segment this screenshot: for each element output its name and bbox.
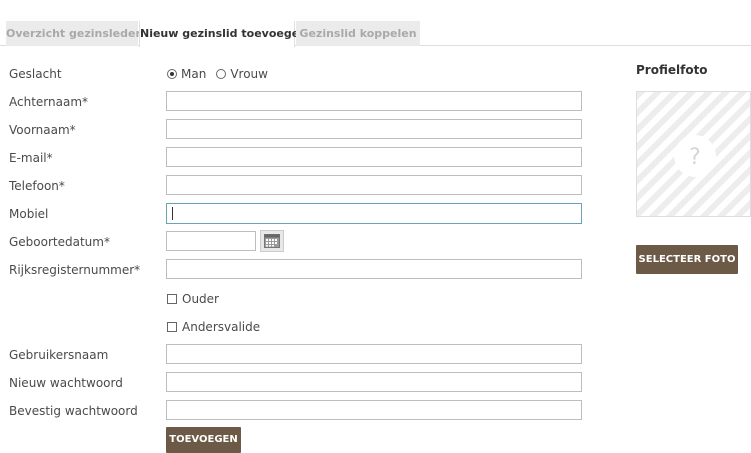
disabled-checkbox[interactable] <box>167 322 177 332</box>
username-input[interactable] <box>166 344 582 364</box>
profile-photo-title: Profielfoto <box>636 63 708 77</box>
gender-option-man-label[interactable]: Man <box>181 67 206 81</box>
email-label: E-mail* <box>9 151 53 165</box>
new-password-label: Nieuw wachtwoord <box>9 376 123 390</box>
tab-bar: Overzicht gezinsleden Nieuw gezinslid to… <box>0 0 751 47</box>
disabled-checkbox-row[interactable]: Andersvalide <box>167 320 260 334</box>
tab-gezinslid-koppelen[interactable]: Gezinslid koppelen <box>296 21 420 46</box>
username-label: Gebruikersnaam <box>9 348 109 362</box>
calendar-icon <box>264 234 280 248</box>
parent-checkbox[interactable] <box>167 294 177 304</box>
gender-radio-vrouw[interactable] <box>216 69 227 79</box>
lastname-input[interactable] <box>166 91 582 111</box>
tab-nieuw-gezinslid-toevoegen[interactable]: Nieuw gezinslid toevoegen <box>139 21 307 47</box>
profile-photo-placeholder: ? <box>636 91 751 217</box>
add-button[interactable]: TOEVOEGEN <box>166 427 241 453</box>
disabled-checkbox-label[interactable]: Andersvalide <box>182 320 260 334</box>
calendar-button[interactable] <box>260 230 284 252</box>
email-input[interactable] <box>166 147 582 167</box>
phone-label: Telefoon* <box>9 179 65 193</box>
registry-number-label: Rijksregisternummer* <box>9 263 141 277</box>
phone-input[interactable] <box>166 175 582 195</box>
parent-checkbox-row[interactable]: Ouder <box>167 292 219 306</box>
gender-option-vrouw-label[interactable]: Vrouw <box>230 67 268 81</box>
confirm-password-label: Bevestig wachtwoord <box>9 404 138 418</box>
registry-number-input[interactable] <box>166 259 582 279</box>
confirm-password-input[interactable] <box>166 400 582 420</box>
gender-radio-group: Man Vrouw <box>167 67 278 81</box>
select-photo-button[interactable]: SELECTEER FOTO <box>636 245 738 274</box>
firstname-input[interactable] <box>166 119 582 139</box>
birthdate-label: Geboortedatum* <box>9 235 110 249</box>
text-caret <box>172 207 173 220</box>
gender-label: Geslacht <box>9 67 62 81</box>
firstname-label: Voornaam* <box>9 123 76 137</box>
tab-overzicht-gezinsleden[interactable]: Overzicht gezinsleden <box>6 21 143 46</box>
mobile-input[interactable] <box>166 203 582 224</box>
parent-checkbox-label[interactable]: Ouder <box>182 292 219 306</box>
photo-placeholder-symbol: ? <box>689 145 701 170</box>
new-password-input[interactable] <box>166 372 582 392</box>
question-circle-icon: ? <box>674 135 716 177</box>
lastname-label: Achternaam* <box>9 95 89 109</box>
gender-radio-man[interactable] <box>167 69 177 79</box>
birthdate-input[interactable] <box>166 231 256 251</box>
mobile-label: Mobiel <box>9 207 49 221</box>
